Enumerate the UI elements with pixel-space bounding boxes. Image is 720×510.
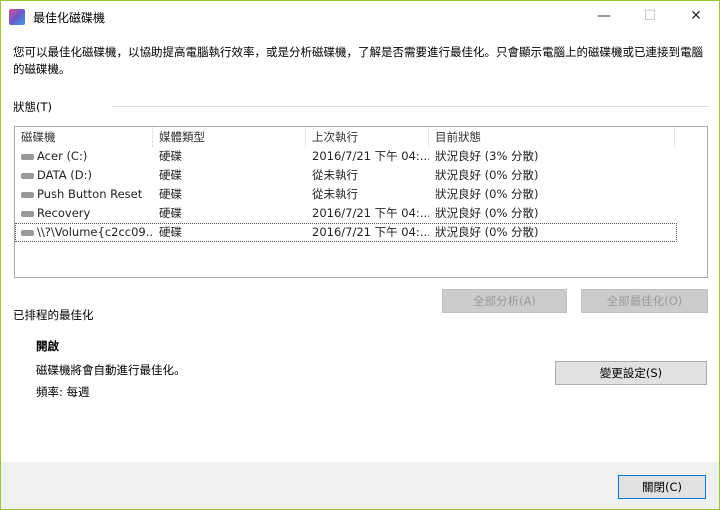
drive-row[interactable]: Recovery 硬碟 2016/7/21 下午 04:... 狀況良好 (0% 分散… (15, 204, 707, 223)
last-run: 2016/7/21 下午 04:... (312, 206, 429, 220)
column-drive[interactable]: 磁碟機 (15, 127, 153, 147)
drive-icon (21, 191, 34, 198)
change-settings-button[interactable]: 變更設定(S) (555, 361, 707, 385)
drive-name: \\?\Volume{c2cc09... (15, 223, 153, 242)
title-bar: 最佳化磁碟機 — ☐ ✕ (1, 1, 719, 32)
description: 您可以最佳化磁碟機，以協助提高電腦執行效率，或是分析磁碟機，了解是否需要進行最佳… (13, 45, 703, 76)
last-run: 2016/7/21 下午 04:... (312, 225, 429, 239)
drive-name: Recovery (15, 204, 153, 223)
schedule-state: 開啟 (36, 339, 59, 353)
media-type: 硬碟 (159, 225, 182, 239)
drive-name: Push Button Reset (15, 185, 153, 204)
drive-row[interactable]: \\?\Volume{c2cc09... 硬碟 2016/7/21 下午 04:..… (15, 223, 677, 242)
window-title: 最佳化磁碟機 (33, 11, 106, 25)
drive-name-text: Recovery (37, 206, 91, 220)
main-panel: 您可以最佳化磁碟機，以協助提高電腦執行效率，或是分析磁碟機，了解是否需要進行最佳… (1, 32, 719, 462)
last-run: 2016/7/21 下午 04:... (312, 149, 429, 163)
optimize-drives-window: 最佳化磁碟機 — ☐ ✕ 您可以最佳化磁碟機，以協助提高電腦執行效率，或是分析磁… (0, 0, 720, 510)
close-button[interactable]: 關閉(C) (618, 475, 706, 499)
drive-list[interactable]: 磁碟機 媒體類型 上次執行 目前狀態 Acer (C:) 硬碟 2016/7/21 … (14, 126, 708, 278)
drive-status: 狀況良好 (0% 分散) (435, 187, 539, 201)
drive-name-text: DATA (D:) (37, 168, 92, 182)
drive-name: DATA (D:) (15, 166, 153, 185)
drive-status: 狀況良好 (0% 分散) (435, 206, 539, 220)
drive-name-text: \\?\Volume{c2cc09... (37, 225, 153, 239)
media-type: 硬碟 (159, 168, 182, 182)
drive-status: 狀況良好 (0% 分散) (435, 168, 539, 182)
drive-icon (21, 172, 34, 179)
schedule-frequency: 頻率: 每週 (36, 385, 90, 399)
drive-row[interactable]: Push Button Reset 硬碟 從未執行 狀況良好 (0% 分散) (15, 185, 707, 204)
drive-icon (21, 229, 34, 236)
drive-name-text: Acer (C:) (37, 149, 88, 163)
close-window-button[interactable]: ✕ (673, 1, 719, 32)
media-type: 硬碟 (159, 149, 182, 163)
optimize-all-button[interactable]: 全部最佳化(O) (581, 289, 708, 313)
scheduled-title: 已排程的最佳化 (13, 308, 94, 322)
drive-name: Acer (C:) (15, 147, 153, 166)
minimize-button[interactable]: — (581, 1, 627, 32)
drive-status: 狀況良好 (0% 分散) (435, 225, 539, 239)
maximize-button[interactable]: ☐ (627, 1, 673, 32)
last-run: 從未執行 (312, 168, 358, 182)
last-run: 從未執行 (312, 187, 358, 201)
drive-icon (21, 210, 34, 217)
drive-status: 狀況良好 (3% 分散) (435, 149, 539, 163)
drive-name-text: Push Button Reset (37, 187, 143, 201)
status-label: 狀態(T) (13, 100, 52, 114)
drive-row[interactable]: Acer (C:) 硬碟 2016/7/21 下午 04:... 狀況良好 (3% 分… (15, 147, 707, 166)
media-type: 硬碟 (159, 187, 182, 201)
analyze-all-button[interactable]: 全部分析(A) (442, 289, 567, 313)
column-last-run[interactable]: 上次執行 (306, 127, 429, 147)
media-type: 硬碟 (159, 206, 182, 220)
column-media-type[interactable]: 媒體類型 (153, 127, 306, 147)
column-status[interactable]: 目前狀態 (429, 127, 675, 147)
app-icon (9, 9, 25, 25)
schedule-info: 磁碟機將會自動進行最佳化。 (36, 363, 186, 377)
drive-icon (21, 153, 34, 160)
drive-row[interactable]: DATA (D:) 硬碟 從未執行 狀況良好 (0% 分散) (15, 166, 707, 185)
divider (113, 106, 709, 107)
list-header: 磁碟機 媒體類型 上次執行 目前狀態 (15, 127, 707, 147)
